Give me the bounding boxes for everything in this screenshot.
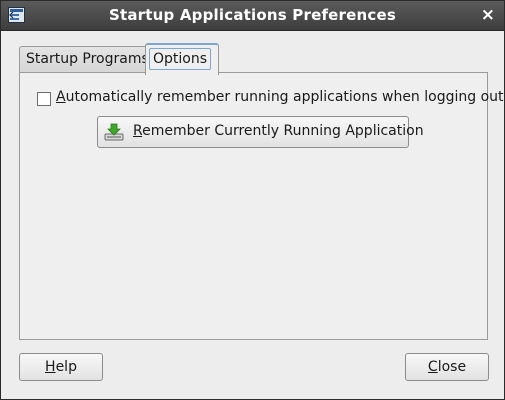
- auto-remember-label[interactable]: Automatically remember running applicati…: [56, 89, 504, 105]
- close-window-icon[interactable]: ×: [481, 5, 495, 25]
- help-button[interactable]: Help: [19, 353, 103, 381]
- remember-button-label: Remember Currently Running Application: [133, 123, 424, 139]
- options-panel: [19, 72, 488, 340]
- close-button[interactable]: Close: [405, 353, 489, 381]
- window-title: Startup Applications Preferences: [108, 6, 397, 24]
- auto-remember-checkbox[interactable]: [37, 92, 51, 106]
- remember-running-application-button[interactable]: Remember Currently Running Application: [97, 116, 424, 148]
- download-save-icon: [104, 123, 124, 141]
- tab-label: Options: [149, 48, 212, 70]
- tab-label: Startup Programs: [26, 51, 149, 67]
- title-bar[interactable]: Startup Applications Preferences ×: [1, 1, 504, 31]
- tab-options[interactable]: Options: [145, 43, 219, 75]
- tab-startup-programs[interactable]: Startup Programs: [19, 46, 159, 73]
- dialog-window: Startup Applications Preferences × Start…: [0, 0, 505, 400]
- close-button-label: Close: [427, 359, 467, 375]
- help-button-label: Help: [45, 359, 77, 375]
